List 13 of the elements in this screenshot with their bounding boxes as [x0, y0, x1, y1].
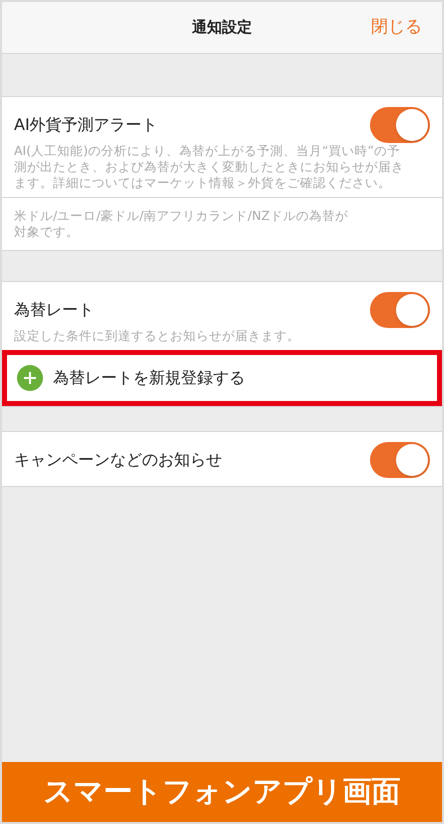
setting-note: 米ドル/ユーロ/豪ドル/南アフリカランド/NZドルの為替が対象です。 — [14, 208, 349, 240]
setting-label: 為替レート — [14, 299, 94, 321]
add-rate-button[interactable]: 為替レートを新規登録する — [2, 350, 442, 406]
setting-label: キャンペーンなどのお知らせ — [14, 449, 222, 471]
toggle-switch[interactable] — [370, 292, 430, 328]
setting-description: 設定した条件に到達するとお知らせが届きます。 — [14, 328, 301, 344]
caption-banner: スマートフォンアプリ画面 — [2, 762, 442, 822]
setting-label: AI外貨予測アラート — [14, 114, 158, 136]
toggle-switch[interactable] — [370, 107, 430, 143]
plus-icon — [17, 365, 43, 391]
screen-title: 通知設定 — [192, 17, 252, 38]
setting-description: AI(人工知能)の分析により、為替が上がる予測、当月“買い時”の予測が出たとき、および為替が大きく変動したときにお知らせが届きます。詳細についてはマーケット情報＞外貨をご確認ください。 — [14, 143, 405, 191]
toggle-switch[interactable] — [370, 442, 430, 478]
